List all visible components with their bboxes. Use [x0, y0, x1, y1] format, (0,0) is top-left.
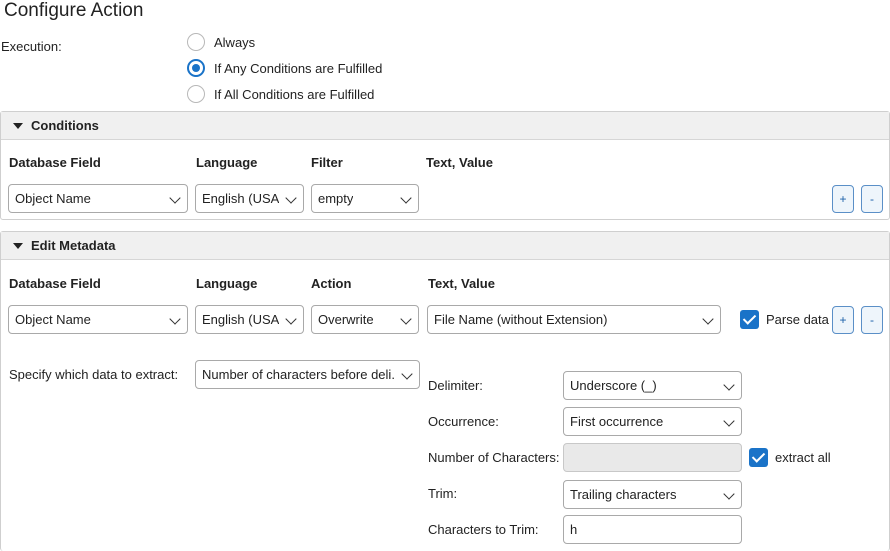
col-language: Language [196, 276, 258, 291]
extract-label: Specify which data to extract: [9, 367, 179, 382]
page-title: Configure Action [4, 0, 144, 21]
select-value: Underscore (_) [570, 378, 657, 393]
execution-option-label: If All Conditions are Fulfilled [214, 86, 375, 102]
select-value: Object Name [15, 312, 91, 327]
condition-field-select[interactable]: Object Name [8, 184, 188, 213]
metadata-field-select[interactable]: Object Name [8, 305, 188, 334]
col-database-field: Database Field [9, 155, 101, 170]
chevron-down-icon [723, 379, 735, 391]
chevron-down-icon [723, 415, 735, 427]
col-filter: Filter [311, 155, 343, 170]
execution-option-all[interactable]: If All Conditions are Fulfilled [187, 85, 374, 103]
edit-metadata-section: Edit Metadata Database Field Language Ac… [0, 231, 890, 551]
conditions-section: Conditions Database Field Language Filte… [0, 111, 890, 220]
remove-condition-button[interactable]: - [861, 185, 883, 213]
metadata-value-select[interactable]: File Name (without Extension) [427, 305, 721, 334]
execution-option-any[interactable]: If Any Conditions are Fulfilled [187, 59, 382, 77]
col-text-value: Text, Value [428, 276, 495, 291]
occurrence-label: Occurrence: [428, 414, 499, 429]
select-value: English (USA) [202, 312, 279, 327]
metadata-action-select[interactable]: Overwrite [311, 305, 419, 334]
conditions-header[interactable]: Conditions [1, 112, 889, 140]
select-value: Number of characters before deli... [202, 367, 395, 382]
col-database-field: Database Field [9, 276, 101, 291]
chevron-down-icon [400, 313, 412, 325]
add-condition-button[interactable]: + [832, 185, 854, 213]
caret-down-icon [13, 122, 23, 129]
metadata-language-select[interactable]: English (USA) [195, 305, 304, 334]
delimiter-label: Delimiter: [428, 378, 483, 393]
chevron-down-icon [169, 192, 181, 204]
radio-icon[interactable] [187, 33, 205, 51]
delimiter-select[interactable]: Underscore (_) [563, 371, 742, 400]
select-value: File Name (without Extension) [434, 312, 608, 327]
select-value: Object Name [15, 191, 91, 206]
execution-option-always[interactable]: Always [187, 33, 255, 51]
select-value: Overwrite [318, 312, 374, 327]
extract-all-label: extract all [775, 450, 831, 465]
chevron-down-icon [169, 313, 181, 325]
select-value: empty [318, 191, 354, 206]
chevron-down-icon [702, 313, 714, 325]
col-action: Action [311, 276, 352, 291]
col-language: Language [196, 155, 258, 170]
chevron-down-icon [400, 192, 412, 204]
execution-option-label: Always [214, 34, 256, 50]
chevron-down-icon [401, 368, 413, 380]
edit-metadata-title: Edit Metadata [31, 238, 116, 253]
chevron-down-icon [285, 192, 297, 204]
select-value: First occurrence [570, 414, 664, 429]
extract-select[interactable]: Number of characters before deli... [195, 360, 420, 389]
radio-icon[interactable] [187, 85, 205, 103]
remove-metadata-button[interactable]: - [861, 306, 883, 334]
select-value: English (USA) [202, 191, 279, 206]
parse-data-label: Parse data [766, 312, 829, 327]
condition-filter-select[interactable]: empty [311, 184, 419, 213]
edit-metadata-header[interactable]: Edit Metadata [1, 232, 889, 260]
execution-label: Execution: [1, 39, 62, 54]
caret-down-icon [13, 242, 23, 249]
chars-to-trim-label: Characters to Trim: [428, 522, 539, 537]
chevron-down-icon [723, 488, 735, 500]
chevron-down-icon [285, 313, 297, 325]
trim-label: Trim: [428, 486, 458, 501]
occurrence-select[interactable]: First occurrence [563, 407, 742, 436]
execution-option-label: If Any Conditions are Fulfilled [214, 60, 383, 76]
parse-data-checkbox[interactable] [740, 310, 759, 329]
col-text-value: Text, Value [426, 155, 493, 170]
radio-selected-icon[interactable] [187, 59, 205, 77]
add-metadata-button[interactable]: + [832, 306, 854, 334]
conditions-title: Conditions [31, 118, 99, 133]
num-chars-label: Number of Characters: [428, 450, 560, 465]
extract-all-checkbox[interactable] [749, 448, 768, 467]
select-value: Trailing characters [570, 487, 677, 502]
num-chars-input[interactable] [563, 443, 742, 472]
condition-language-select[interactable]: English (USA) [195, 184, 304, 213]
trim-select[interactable]: Trailing characters [563, 480, 742, 509]
chars-to-trim-input[interactable]: h [563, 515, 742, 544]
